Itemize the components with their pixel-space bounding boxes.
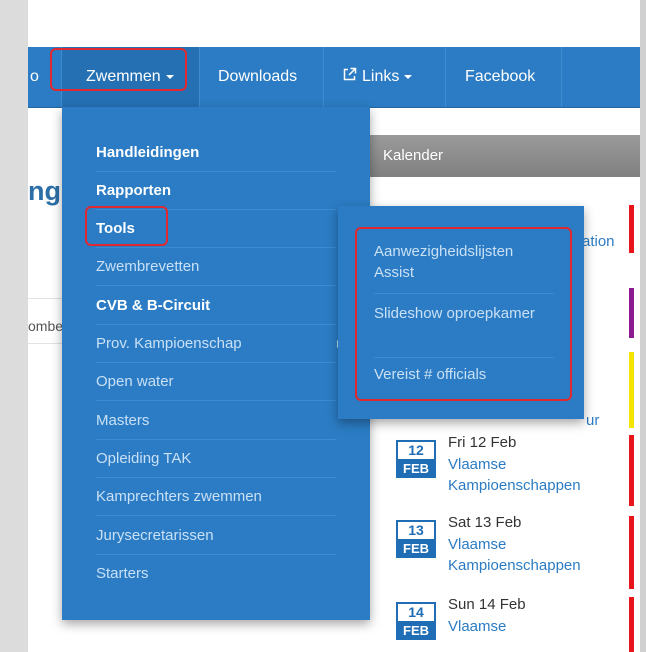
tools-highlight-box [85,206,168,246]
nav-links[interactable]: Links [324,47,446,107]
date-month: FEB [396,459,436,478]
calendar-event[interactable]: 14 FEB Sun 14 Feb Vlaamse [396,596,636,652]
menu-item-opleiding-tak[interactable]: Opleiding TAK [96,440,336,478]
nav-item-partial-label: o [30,68,39,85]
calendar-event-fragment[interactable]: ation [582,233,615,250]
menu-item-handleidingen[interactable]: Handleidingen [96,134,336,172]
menu-item-kamprechters-zwemmen[interactable]: Kamprechters zwemmen [96,478,336,516]
event-date: Sat 13 Feb [448,514,522,531]
calendar-header: Kalender [370,135,640,177]
calendar-event[interactable]: 13 FEB Sat 13 Feb Vlaamse Kampioenschapp… [396,514,636,576]
zwemmen-dropdown-menu: Handleidingen Rapporten Tools Zwembrevet… [62,107,370,620]
nav-downloads[interactable]: Downloads [200,47,324,107]
sidebar-fragment: ombe [28,318,64,334]
zwemmen-highlight-box [50,48,187,91]
event-title[interactable]: Vlaamse Kampioenschappen [448,454,628,496]
menu-item-zwembrevetten[interactable]: Zwembrevetten [96,248,336,286]
date-month: FEB [396,539,436,558]
menu-item-prov-kampioenschap[interactable]: Prov. Kampioenschap [96,325,342,363]
event-date: Sun 14 Feb [448,596,526,613]
date-badge: 14 FEB [396,602,436,640]
divider [28,298,62,299]
date-badge: 13 FEB [396,520,436,558]
submenu-highlight-box [355,227,572,401]
date-month: FEB [396,621,436,640]
calendar-color-stripe [629,288,634,338]
page-heading-fragment: ng [28,176,61,206]
event-title[interactable]: Vlaamse [448,616,628,637]
date-day: 12 [408,442,424,458]
event-date: Fri 12 Feb [448,434,517,451]
date-day: 14 [408,604,424,620]
menu-item-masters[interactable]: Masters [96,402,336,440]
calendar-color-stripe [629,352,634,428]
menu-item-prov-kampioenschap-label: Prov. Kampioenschap [96,335,242,352]
nav-downloads-label: Downloads [218,68,298,85]
external-link-icon [343,67,357,81]
nav-facebook[interactable]: Facebook [446,47,562,107]
calendar-color-stripe [629,205,634,253]
menu-item-rapporten[interactable]: Rapporten [96,172,336,210]
chevron-down-icon [404,74,413,79]
divider [28,343,62,344]
menu-item-jurysecretarissen[interactable]: Jurysecretarissen [96,517,336,555]
page: o Zwemmen Downloads Links Facebook ng om… [28,0,640,652]
menu-item-open-water[interactable]: Open water [96,363,336,401]
date-day: 13 [408,522,424,538]
menu-item-starters[interactable]: Starters [96,555,336,593]
window-edge [640,0,646,652]
menu-item-cvb-b-circuit[interactable]: CVB & B-Circuit [96,287,336,325]
calendar-event-fragment[interactable]: ur [586,412,599,429]
nav-facebook-label: Facebook [465,68,536,85]
calendar-event[interactable]: 12 FEB Fri 12 Feb Vlaamse Kampioenschapp… [396,434,636,496]
nav-links-label: Links [362,68,400,85]
date-badge: 12 FEB [396,440,436,478]
event-title[interactable]: Vlaamse Kampioenschappen [448,534,628,576]
